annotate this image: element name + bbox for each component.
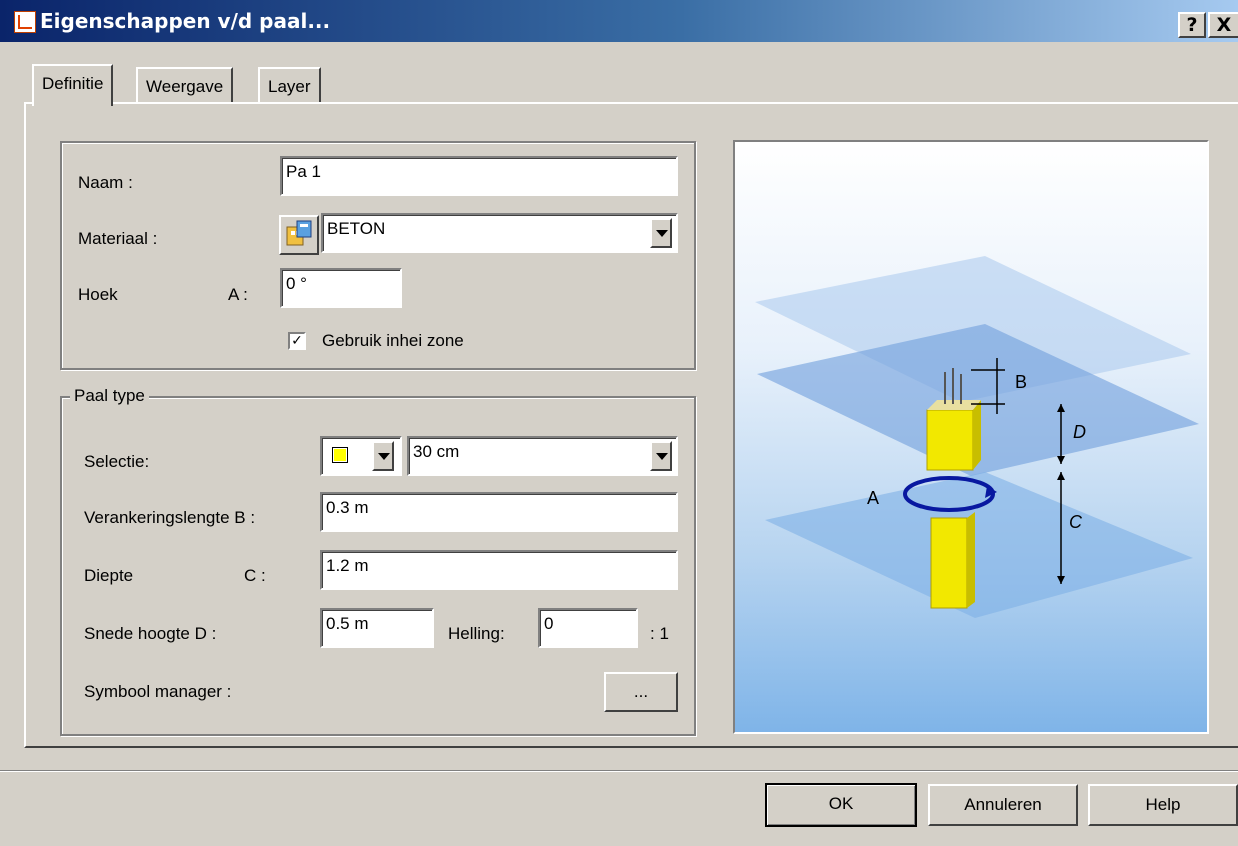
veranker-label: Verankeringslengte B : bbox=[84, 508, 256, 527]
paal-type-legend: Paal type bbox=[70, 386, 149, 406]
tab-definitie[interactable]: Definitie bbox=[32, 64, 114, 106]
material-library-button[interactable] bbox=[279, 215, 319, 255]
veranker-input[interactable]: 0.3 m bbox=[320, 492, 678, 532]
helling-label: Helling: bbox=[448, 624, 505, 643]
hoek-label: Hoek bbox=[78, 285, 118, 304]
hoek-a-label: A : bbox=[228, 285, 248, 304]
ok-button[interactable]: OK bbox=[765, 783, 917, 827]
shape-dropdown-arrow[interactable] bbox=[372, 441, 394, 471]
snede-input[interactable]: 0.5 m bbox=[320, 608, 434, 648]
pile-diagram: A B D C bbox=[755, 256, 1199, 618]
diepte-input[interactable]: 1.2 m bbox=[320, 550, 678, 590]
label-b: B bbox=[1015, 372, 1027, 392]
app-icon bbox=[14, 11, 36, 33]
dim-d-arrow-bottom bbox=[1057, 456, 1065, 464]
pile-lower bbox=[930, 517, 968, 609]
naam-label: Naam : bbox=[78, 173, 133, 192]
square-shape-icon bbox=[332, 447, 348, 463]
diepte-c-label: C : bbox=[244, 566, 266, 585]
hoek-input[interactable]: 0 ° bbox=[280, 268, 402, 308]
annuleren-button[interactable]: Annuleren bbox=[928, 784, 1078, 826]
window-title: Eigenschappen v/d paal... bbox=[40, 9, 331, 33]
materiaal-label: Materiaal : bbox=[78, 229, 158, 248]
naam-input[interactable]: Pa 1 bbox=[280, 156, 678, 196]
label-c: C bbox=[1069, 512, 1083, 532]
material-library-icon bbox=[286, 220, 312, 246]
help-title-button[interactable]: ? bbox=[1178, 12, 1206, 38]
dim-c-arrow-top bbox=[1057, 472, 1065, 480]
separator bbox=[0, 770, 1238, 772]
pile-lower-side bbox=[967, 512, 975, 608]
snede-label: Snede hoogte D : bbox=[84, 624, 217, 643]
pile-upper-side bbox=[973, 400, 981, 470]
symbool-manager-button[interactable]: ... bbox=[604, 672, 678, 712]
pile-preview-image: A B D C bbox=[733, 140, 1209, 734]
bottom-plane bbox=[765, 472, 1193, 618]
tab-weergave[interactable]: Weergave bbox=[136, 67, 234, 103]
symbool-label: Symbool manager : bbox=[84, 682, 232, 701]
help-button[interactable]: Help bbox=[1088, 784, 1238, 826]
inhei-checkbox[interactable]: ✓ bbox=[288, 332, 306, 350]
inhei-label: Gebruik inhei zone bbox=[322, 331, 464, 350]
close-button[interactable]: X bbox=[1208, 12, 1238, 38]
diepte-label: Diepte bbox=[84, 566, 134, 585]
selectie-label: Selectie: bbox=[84, 452, 150, 471]
materiaal-select[interactable]: BETON bbox=[321, 213, 678, 253]
helling-suffix: : 1 bbox=[650, 624, 669, 643]
tab-layer[interactable]: Layer bbox=[258, 67, 321, 103]
selectie-dropdown-arrow[interactable] bbox=[650, 441, 672, 471]
selectie-select[interactable]: 30 cm bbox=[407, 436, 678, 476]
helling-input[interactable]: 0 bbox=[538, 608, 638, 648]
title-bar: Eigenschappen v/d paal... ? X bbox=[0, 0, 1238, 42]
label-a: A bbox=[867, 488, 879, 508]
materiaal-dropdown-arrow[interactable] bbox=[650, 218, 672, 248]
pile-upper bbox=[926, 409, 974, 471]
label-d: D bbox=[1073, 422, 1086, 442]
